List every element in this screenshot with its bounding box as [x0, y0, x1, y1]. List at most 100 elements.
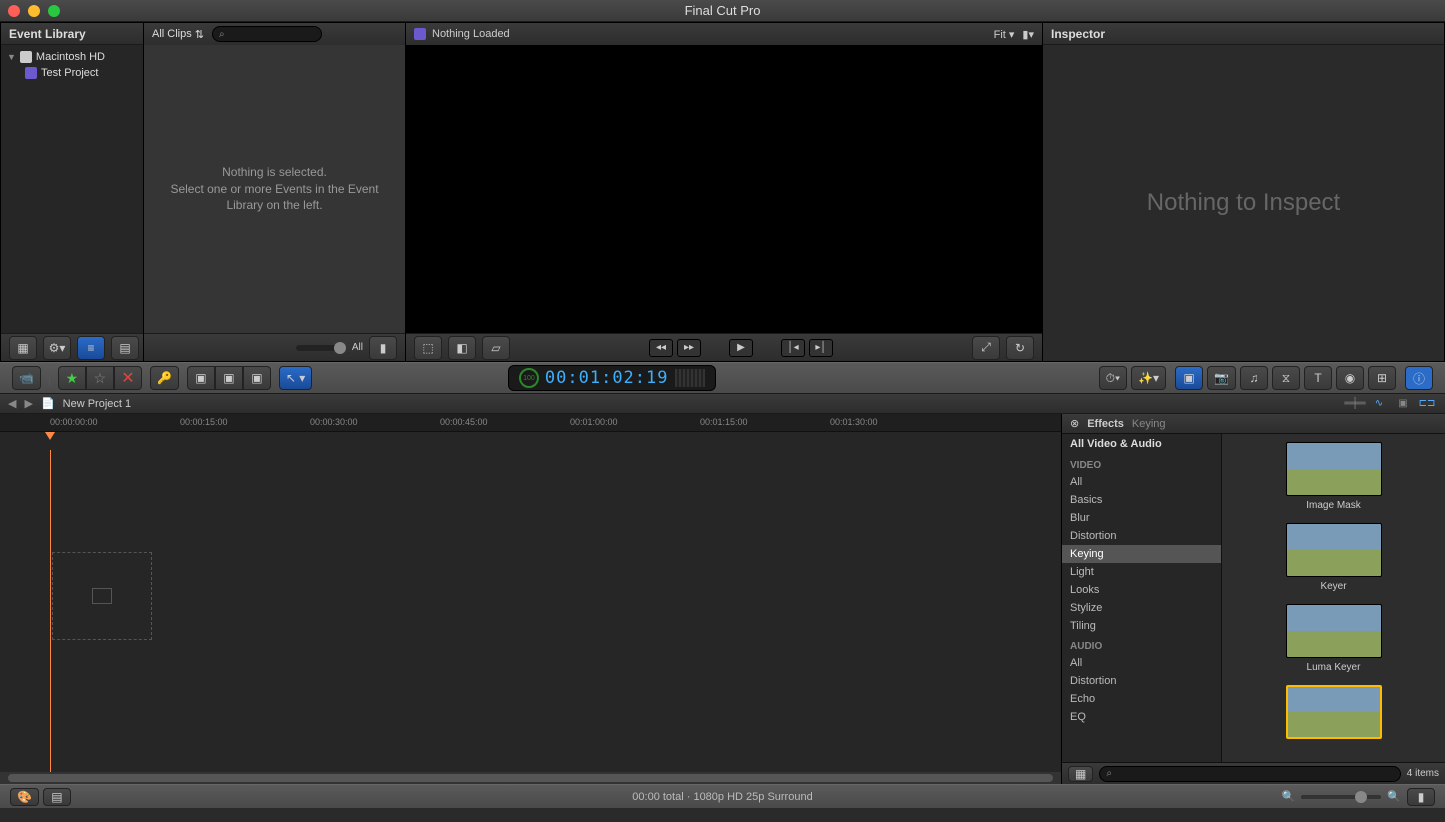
go-end-button[interactable]: ▸│ [809, 339, 833, 357]
project-name-icon: 📄 [41, 397, 55, 410]
skimming-toggle[interactable]: ═╪═ [1345, 397, 1365, 411]
cat-blur[interactable]: Blur [1062, 509, 1221, 527]
effects-category-sidebar[interactable]: All Video & Audio VIDEO All Basics Blur … [1062, 434, 1222, 762]
cat-audio-distortion[interactable]: Distortion [1062, 672, 1221, 690]
cat-video-all[interactable]: All [1062, 473, 1221, 491]
cat-stylize[interactable]: Stylize [1062, 599, 1221, 617]
clip-filter-dropdown[interactable]: All Clips ⇅ [152, 28, 204, 41]
ruler-mark: 00:01:00:00 [570, 417, 618, 427]
snapping-toggle[interactable]: ⊏⊐ [1417, 397, 1437, 411]
timecode-display[interactable]: 100 00:01:02:19 [508, 365, 716, 391]
next-edit-button[interactable]: ▸▸ [677, 339, 701, 357]
grid-view-button[interactable]: ▤ [111, 336, 139, 360]
effect-item[interactable] [1230, 685, 1437, 739]
viewer-canvas[interactable] [406, 45, 1042, 333]
themes-browser-button[interactable]: ⊞ [1368, 366, 1396, 390]
playhead[interactable] [50, 450, 51, 772]
reject-button[interactable]: ✕ [114, 366, 142, 390]
gear-menu-button[interactable]: ⚙▾ [43, 336, 71, 360]
viewer-settings-button[interactable]: ▮▾ [1022, 28, 1034, 41]
prev-edit-button[interactable]: ◂◂ [649, 339, 673, 357]
cat-tiling[interactable]: Tiling [1062, 617, 1221, 635]
select-tool-button[interactable]: ↖ ▾ [279, 366, 312, 390]
filmstrip-toggle-button[interactable]: ▦ [9, 336, 37, 360]
cat-basics[interactable]: Basics [1062, 491, 1221, 509]
thumbnail-size-slider[interactable] [296, 345, 346, 351]
project-name: New Project 1 [63, 398, 131, 410]
crop-button[interactable]: ◧ [448, 336, 476, 360]
timecode-value: 00:01:02:19 [545, 368, 669, 388]
effects-browser-button[interactable]: ▣ [1175, 366, 1203, 390]
viewer-clip-icon [414, 28, 426, 40]
solo-toggle[interactable]: ▣ [1393, 397, 1413, 411]
music-browser-button[interactable]: ♫ [1240, 366, 1268, 390]
loop-button[interactable]: ↻ [1006, 336, 1034, 360]
viewer-panel: Nothing Loaded Fit ▾ ▮▾ ⬚ ◧ ▱ ◂◂ ▸▸ ▶ │◂… [406, 22, 1043, 362]
photos-browser-button[interactable]: 📷 [1207, 366, 1236, 390]
history-forward-button[interactable]: ▶ [24, 397, 32, 410]
audio-skimming-toggle[interactable]: ∿ [1369, 397, 1389, 411]
effect-item[interactable]: Keyer [1230, 523, 1437, 592]
favorite-button[interactable]: ★ [58, 366, 86, 390]
cat-eq[interactable]: EQ [1062, 708, 1221, 726]
distort-button[interactable]: ▱ [482, 336, 510, 360]
browser-empty-message: Nothing is selected. Select one or more … [144, 45, 405, 333]
effect-item[interactable]: Image Mask [1230, 442, 1437, 511]
drive-icon [20, 51, 32, 63]
ruler-mark: 00:00:45:00 [440, 417, 488, 427]
viewer-header: Nothing Loaded Fit ▾ ▮▾ [406, 23, 1042, 45]
timeline-scrollbar[interactable] [0, 772, 1061, 784]
timeline-ruler[interactable]: 00:00:00:00 00:00:15:00 00:00:30:00 00:0… [0, 414, 1061, 432]
cat-audio-all[interactable]: All [1062, 654, 1221, 672]
effects-close-icon[interactable]: ⊗ [1070, 417, 1079, 430]
project-row[interactable]: Test Project [7, 65, 137, 81]
play-button[interactable]: ▶ [729, 339, 753, 357]
timeline-panel[interactable]: 00:00:00:00 00:00:15:00 00:00:30:00 00:0… [0, 414, 1061, 784]
effects-search-input[interactable]: ⌕ [1099, 766, 1400, 782]
audio-section-label: AUDIO [1062, 635, 1221, 654]
clip-appearance-button[interactable]: ▮ [1407, 788, 1435, 806]
audio-meter [675, 369, 705, 387]
effect-item[interactable]: Luma Keyer [1230, 604, 1437, 673]
disclosure-triangle-icon[interactable]: ▼ [7, 52, 16, 62]
effects-all-header[interactable]: All Video & Audio [1062, 434, 1221, 454]
effects-breadcrumb: Keying [1132, 418, 1166, 430]
titles-browser-button[interactable]: T [1304, 366, 1332, 390]
zoom-in-icon[interactable]: 🔍 [1387, 790, 1401, 803]
zoom-slider[interactable] [1301, 795, 1381, 799]
appearance-button[interactable]: ▮ [369, 336, 397, 360]
fullscreen-button[interactable]: ⤢ [972, 336, 1000, 360]
cat-echo[interactable]: Echo [1062, 690, 1221, 708]
unrate-button[interactable]: ☆ [86, 366, 114, 390]
insert-button[interactable]: ▣ [215, 366, 243, 390]
ruler-mark: 00:01:30:00 [830, 417, 878, 427]
transitions-browser-button[interactable]: ⧖ [1272, 366, 1300, 390]
transform-button[interactable]: ⬚ [414, 336, 442, 360]
effect-thumbnail [1286, 523, 1382, 577]
zoom-out-icon[interactable]: 🔍 [1282, 790, 1296, 803]
history-back-button[interactable]: ◀ [8, 397, 16, 410]
preview-toggle-button[interactable]: ▦ [1068, 766, 1093, 782]
enhance-button[interactable]: ✨▾ [1131, 366, 1166, 390]
event-tree[interactable]: ▼ Macintosh HD Test Project [1, 45, 143, 333]
inspector-toggle-button[interactable]: ⓘ [1405, 366, 1433, 390]
cat-looks[interactable]: Looks [1062, 581, 1221, 599]
import-button[interactable]: 📹 [12, 366, 41, 390]
cat-light[interactable]: Light [1062, 563, 1221, 581]
viewer-zoom-dropdown[interactable]: Fit ▾ [994, 28, 1015, 41]
timeline-body[interactable] [0, 432, 1061, 772]
go-start-button[interactable]: │◂ [781, 339, 805, 357]
titlebar: Final Cut Pro [0, 0, 1445, 22]
cat-keying[interactable]: Keying [1062, 545, 1221, 563]
append-button[interactable]: ▣ [243, 366, 271, 390]
drive-row[interactable]: ▼ Macintosh HD [7, 49, 137, 65]
list-view-button[interactable]: ≡ [77, 336, 105, 360]
generators-browser-button[interactable]: ◉ [1336, 366, 1364, 390]
browser-search-input[interactable]: ⌕ [212, 26, 322, 42]
retiming-button[interactable]: ⏱▾ [1099, 366, 1127, 390]
cat-distortion[interactable]: Distortion [1062, 527, 1221, 545]
background-tasks-icon[interactable]: 100 [519, 368, 539, 388]
effects-grid[interactable]: Image Mask Keyer Luma Keyer [1222, 434, 1445, 762]
keyword-button[interactable]: 🔑 [150, 366, 179, 390]
connect-button[interactable]: ▣ [187, 366, 215, 390]
